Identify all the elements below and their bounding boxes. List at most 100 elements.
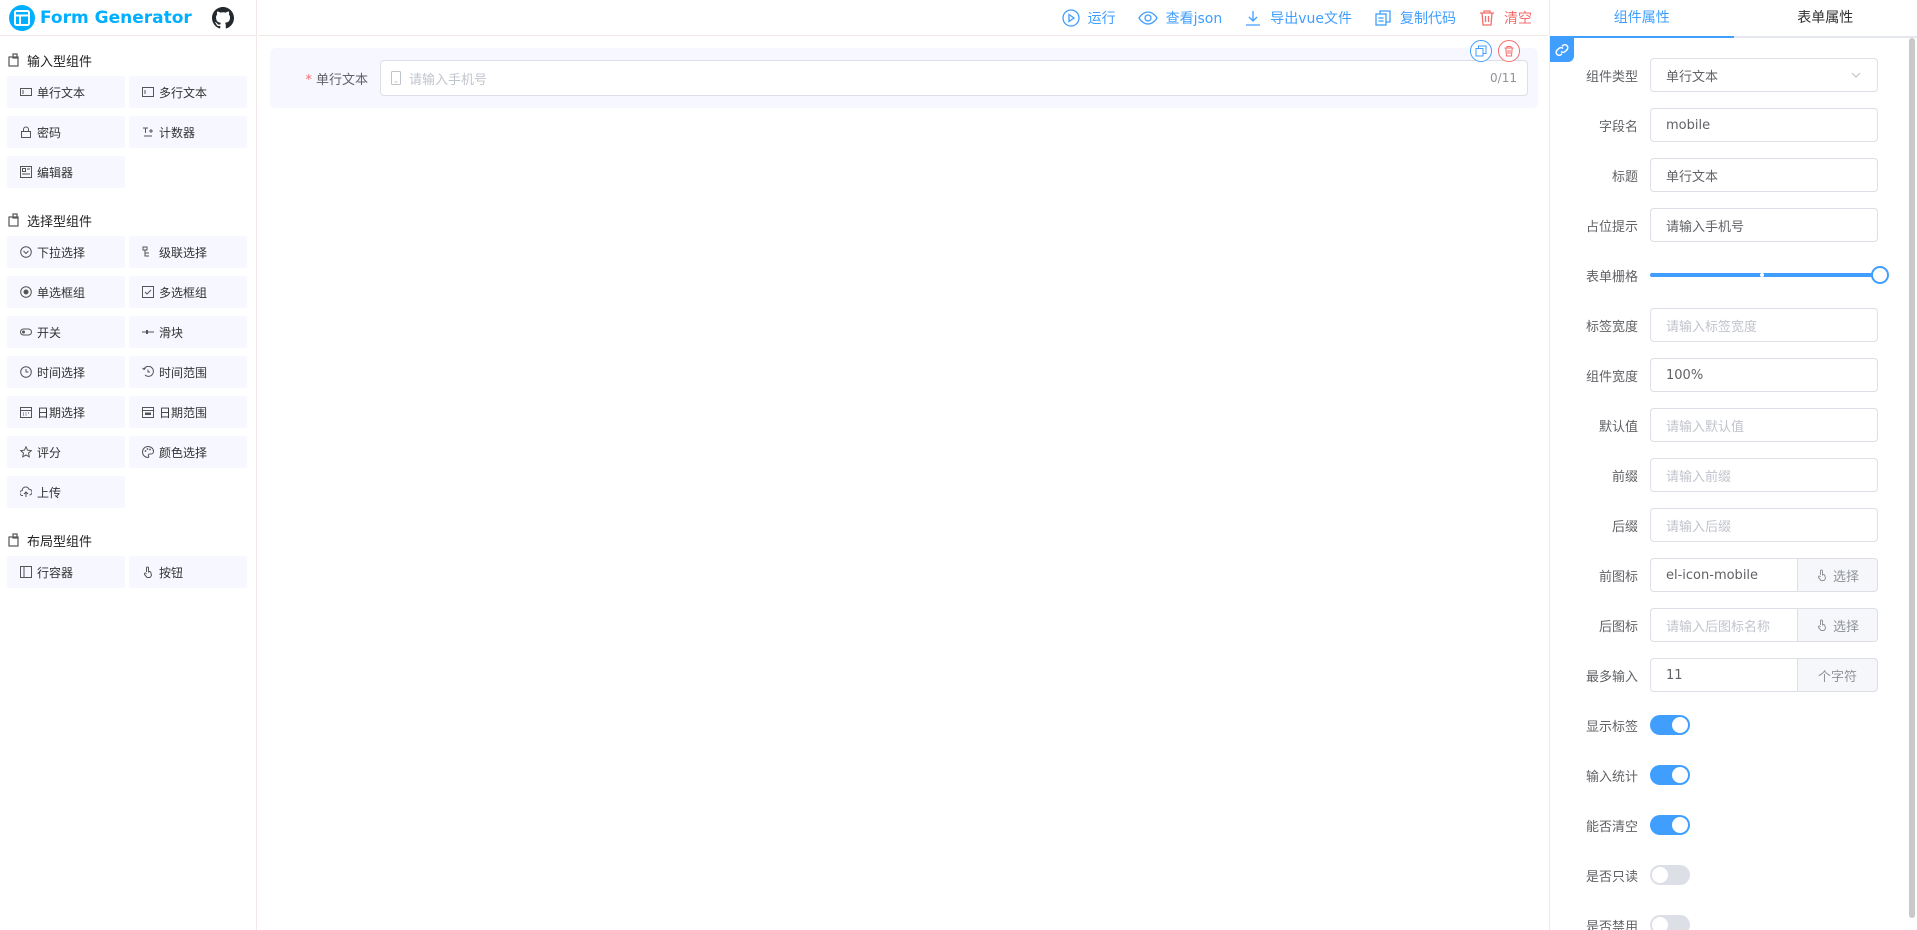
prop-row-prefix-icon: 前图标 el-icon-mobile 选择 [1550,550,1917,600]
prefix-icon-input[interactable]: el-icon-mobile [1650,558,1798,592]
suffix-icon-select-button[interactable]: 选择 [1798,608,1878,642]
editor-icon [20,166,32,178]
comp-checkbox[interactable]: 多选框组 [129,276,247,308]
comp-radio[interactable]: 单选框组 [7,276,125,308]
default-input[interactable]: 请输入默认值 [1650,408,1878,442]
prop-row-prefix: 前缀 请输入前缀 [1550,450,1917,500]
drawing-actions [1470,40,1520,62]
show-label-switch[interactable] [1650,715,1690,735]
drawing-item[interactable]: * 单行文本 请输入手机号 0/11 [270,40,1538,108]
comp-textarea[interactable]: 多行文本 [129,76,247,108]
github-icon[interactable] [211,6,234,29]
radio-icon [20,286,32,298]
input-components: 单行文本 多行文本 密码 计数器 编辑器 [0,70,256,196]
comp-number[interactable]: 计数器 [129,116,247,148]
copy-icon [1475,45,1487,57]
width-input[interactable]: 100% [1650,358,1878,392]
copy-document-icon [1375,9,1391,26]
group-title-layout: 布局型组件 [8,530,256,550]
cascader-icon [142,246,149,257]
suffix-icon-group: 请输入后图标名称 选择 [1650,608,1878,642]
delete-item-button[interactable] [1498,40,1520,62]
required-asterisk: * [305,72,312,88]
password-icon [21,126,31,138]
span-slider[interactable] [1650,258,1889,292]
comp-switch[interactable]: 开关 [7,316,125,348]
prop-row-label-width: 标签宽度 请输入标签宽度 [1550,300,1917,350]
rate-icon [20,446,32,458]
comp-time-range[interactable]: 时间范围 [129,356,247,388]
prop-row-clearable: 能否清空 [1550,800,1917,850]
row-icon [20,566,32,578]
maxlength-group: 11 个字符 [1650,658,1878,692]
tab-form-props[interactable]: 表单属性 [1734,0,1917,36]
prefix-input[interactable]: 请输入前缀 [1650,458,1878,492]
readonly-switch[interactable] [1650,865,1690,885]
prop-row-default: 默认值 请输入默认值 [1550,400,1917,450]
date-range-icon [142,407,154,418]
property-tabs: 组件属性 表单属性 [1550,0,1917,38]
group-title-input: 输入型组件 [8,50,256,70]
field-input[interactable]: 请输入手机号 0/11 [380,60,1528,96]
logo-icon [8,4,36,32]
doc-link-button[interactable] [1550,38,1574,62]
comp-color[interactable]: 颜色选择 [129,436,247,468]
comp-upload[interactable]: 上传 [7,476,125,508]
comp-password[interactable]: 密码 [7,116,125,148]
comp-select[interactable]: 下拉选择 [7,236,125,268]
prefix-icon-select-button[interactable]: 选择 [1798,558,1878,592]
export-vue-button[interactable]: 导出vue文件 [1244,8,1352,28]
word-count: 0/11 [1490,71,1517,85]
prop-row-suffix-icon: 后图标 请输入后图标名称 选择 [1550,600,1917,650]
input-icon [20,88,32,96]
switch-dot [1672,817,1688,833]
comp-date[interactable]: 日期选择 [7,396,125,428]
comp-input[interactable]: 单行文本 [7,76,125,108]
disabled-switch[interactable] [1650,915,1690,930]
placeholder-input[interactable]: 请输入手机号 [1650,208,1878,242]
view-json-button[interactable]: 查看json [1137,8,1222,28]
number-icon [143,127,153,137]
time-range-icon [142,366,154,377]
slider-stop [1760,273,1764,277]
download-icon [1246,10,1261,26]
comp-row[interactable]: 行容器 [7,556,125,588]
color-icon [142,446,154,458]
comp-cascader[interactable]: 级联选择 [129,236,247,268]
pointer-icon [1817,619,1827,631]
type-select[interactable]: 单行文本 [1650,58,1878,92]
comp-date-range[interactable]: 日期范围 [129,396,247,428]
comp-editor[interactable]: 编辑器 [7,156,125,188]
clearable-switch[interactable] [1650,815,1690,835]
run-button[interactable]: 运行 [1061,8,1116,28]
checkbox-icon [142,286,154,298]
scrollbar-thumb[interactable] [1909,38,1915,918]
slider-handle[interactable] [1871,266,1889,284]
comp-rate[interactable]: 评分 [7,436,125,468]
maxlength-input[interactable]: 11 [1650,658,1798,692]
prop-row-field-name: 字段名 mobile [1550,100,1917,150]
mobile-icon [391,71,401,85]
copy-code-button[interactable]: 复制代码 [1374,8,1456,28]
suffix-input[interactable]: 请输入后缀 [1650,508,1878,542]
copy-item-button[interactable] [1470,40,1492,62]
prop-row-word-limit: 输入统计 [1550,750,1917,800]
props-scrollbar[interactable] [1907,38,1917,930]
layout-components: 行容器 按钮 [0,550,256,596]
field-name-input[interactable]: mobile [1650,108,1878,142]
component-group-icon [8,533,19,547]
comp-time[interactable]: 时间选择 [7,356,125,388]
comp-button[interactable]: 按钮 [129,556,247,588]
play-icon [1061,8,1080,27]
label-width-input[interactable]: 请输入标签宽度 [1650,308,1878,342]
prop-row-suffix: 后缀 请输入后缀 [1550,500,1917,550]
word-limit-switch[interactable] [1650,765,1690,785]
clear-button[interactable]: 清空 [1478,8,1532,28]
tab-component-props[interactable]: 组件属性 [1550,0,1734,36]
comp-slider[interactable]: 滑块 [129,316,247,348]
prop-row-type: 组件类型 单行文本 [1550,50,1917,100]
suffix-icon-input[interactable]: 请输入后图标名称 [1650,608,1798,642]
switch-dot [1652,867,1668,883]
title-input[interactable]: 单行文本 [1650,158,1878,192]
eye-icon [1137,10,1158,25]
